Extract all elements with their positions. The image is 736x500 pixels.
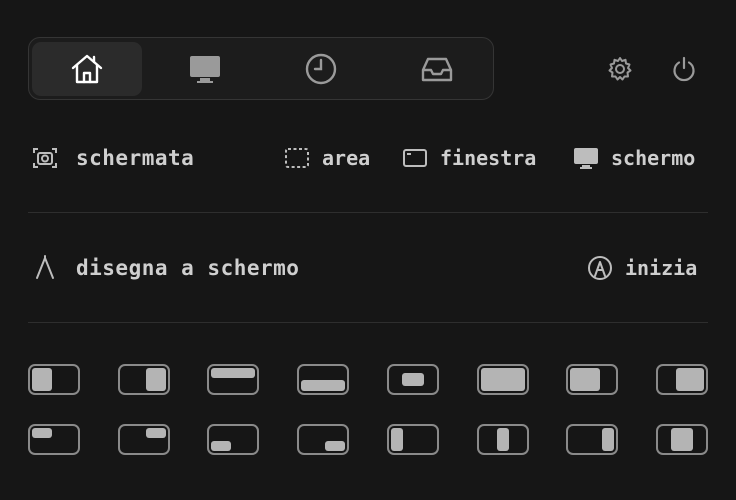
clock-icon: [305, 53, 337, 85]
settings-button[interactable]: [604, 53, 636, 85]
start-drawing-label: inizia: [625, 256, 698, 280]
layout-fill: [211, 368, 255, 378]
draw-label: disegna a schermo: [76, 256, 300, 280]
layout-fill: [301, 380, 345, 391]
layout-fill: [602, 428, 614, 451]
layout-center-third-button[interactable]: [477, 424, 529, 455]
divider: [28, 212, 708, 213]
inbox-icon: [421, 57, 453, 82]
capture-screen-label: schermo: [611, 146, 696, 170]
tab-inbox[interactable]: [382, 42, 492, 96]
capture-area-label: area: [322, 146, 371, 170]
layout-bottom-right-quarter-button[interactable]: [297, 424, 349, 455]
window-icon: [403, 149, 427, 167]
tab-history[interactable]: [266, 42, 376, 96]
layout-maximize-button[interactable]: [477, 364, 529, 395]
layout-fill: [676, 368, 704, 391]
layout-fill: [32, 368, 52, 391]
power-icon: [673, 56, 695, 82]
screenshot-row: schermata area finestra schermo: [28, 139, 708, 179]
layout-bottom-left-quarter-button[interactable]: [207, 424, 259, 455]
monitor-icon: [190, 56, 220, 83]
start-drawing-button[interactable]: inizia: [587, 255, 697, 281]
camera-icon: [33, 148, 57, 168]
layout-fill: [481, 368, 525, 391]
layout-center-button[interactable]: [387, 364, 439, 395]
divider: [28, 322, 708, 323]
layout-right-half-button[interactable]: [118, 364, 170, 395]
tab-home[interactable]: [32, 42, 142, 96]
display-icon: [574, 148, 598, 169]
capture-screen-option[interactable]: schermo: [573, 145, 695, 171]
layout-top-right-quarter-button[interactable]: [118, 424, 170, 455]
layout-fill: [402, 373, 424, 386]
layout-bottom-half-button[interactable]: [297, 364, 349, 395]
screenshot-label: schermata: [76, 146, 195, 170]
layout-fill: [570, 368, 600, 391]
draw-label-group: disegna a schermo: [32, 255, 299, 281]
compass-icon: [36, 255, 54, 279]
screenshot-label-group: schermata: [32, 145, 194, 171]
capture-area-option[interactable]: area: [284, 145, 370, 171]
layout-top-left-quarter-button[interactable]: [28, 424, 80, 455]
layout-fill: [32, 428, 52, 438]
layout-fill: [497, 428, 509, 451]
layout-fill: [146, 428, 166, 438]
dashed-area-icon: [285, 148, 309, 168]
layout-top-half-button[interactable]: [207, 364, 259, 395]
layout-fill: [211, 441, 231, 451]
capture-window-option[interactable]: finestra: [402, 145, 536, 171]
layout-left-half-button[interactable]: [28, 364, 80, 395]
layout-fill: [325, 441, 345, 451]
tab-bar: [28, 37, 494, 100]
layout-left-third-button[interactable]: [387, 424, 439, 455]
home-icon: [71, 54, 103, 84]
layout-fill: [146, 368, 166, 391]
power-button[interactable]: [668, 53, 700, 85]
gear-icon: [608, 57, 632, 81]
pen-circle-icon: [588, 256, 612, 280]
layout-center-two-thirds-button[interactable]: [656, 424, 708, 455]
layout-fill: [671, 428, 693, 451]
layout-right-two-thirds-button[interactable]: [656, 364, 708, 395]
layout-right-third-button[interactable]: [566, 424, 618, 455]
layout-fill: [391, 428, 403, 451]
layout-left-two-thirds-button[interactable]: [566, 364, 618, 395]
tab-display[interactable]: [150, 42, 260, 96]
draw-row: disegna a schermo inizia: [28, 249, 708, 289]
capture-window-label: finestra: [440, 146, 537, 170]
